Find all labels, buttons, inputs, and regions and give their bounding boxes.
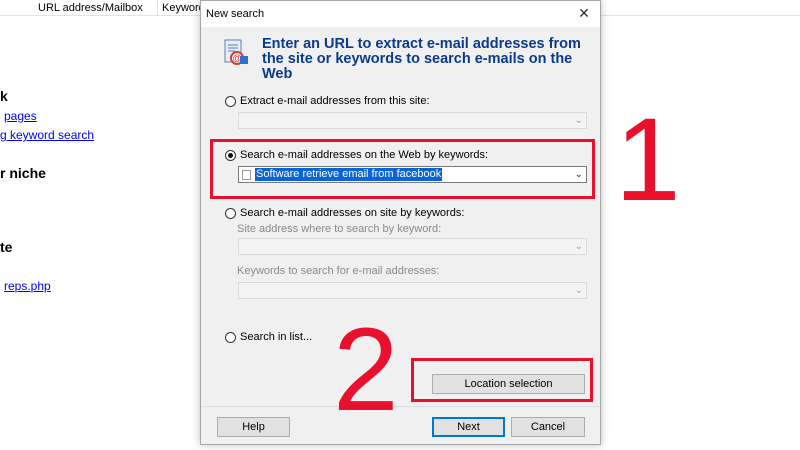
dialog-title: New search	[206, 8, 265, 20]
dialog-header-text: Enter an URL to extract e-mail addresses…	[262, 36, 581, 82]
email-search-icon: @	[224, 39, 248, 65]
site-url-combo[interactable]: ⌄	[238, 112, 587, 129]
chevron-down-icon[interactable]: ⌄	[575, 239, 583, 254]
footer-divider	[201, 406, 600, 407]
annotation-number-2: 2	[333, 304, 399, 436]
annotation-box-2	[411, 358, 593, 402]
site-address-label: Site address where to search by keyword:	[237, 223, 442, 235]
option-extract-from-site[interactable]: Extract e-mail addresses from this site:	[225, 95, 430, 107]
dialog-titlebar[interactable]: New search ✕	[201, 1, 600, 27]
chevron-down-icon[interactable]: ⌄	[575, 283, 583, 298]
column-separator	[157, 0, 158, 15]
help-button[interactable]: Help	[217, 417, 290, 437]
keywords-label: Keywords to search for e-mail addresses:	[237, 265, 440, 277]
column-url-mailbox[interactable]: URL address/Mailbox	[38, 2, 143, 14]
radio-extract-from-site[interactable]	[225, 95, 236, 107]
option-extract-from-site-label: Extract e-mail addresses from this site:	[240, 95, 430, 107]
background-heading: r niche	[0, 165, 46, 181]
option-search-site-by-keywords[interactable]: Search e-mail addresses on site by keywo…	[225, 207, 464, 219]
background-link[interactable]: reps.php	[4, 279, 51, 293]
option-search-in-list-label: Search in list...	[240, 331, 313, 343]
chevron-down-icon[interactable]: ⌄	[575, 113, 583, 128]
cancel-button[interactable]: Cancel	[511, 417, 585, 437]
background-link[interactable]: g keyword search	[0, 128, 94, 142]
option-search-in-list[interactable]: Search in list...	[225, 331, 312, 343]
close-icon[interactable]: ✕	[576, 5, 592, 21]
background-heading: k	[0, 88, 8, 104]
annotation-box-1	[210, 139, 595, 199]
option-search-site-by-keywords-label: Search e-mail addresses on site by keywo…	[240, 207, 465, 219]
keywords-combo[interactable]: ⌄	[238, 282, 587, 299]
site-address-combo[interactable]: ⌄	[238, 238, 587, 255]
annotation-number-1: 1	[615, 94, 681, 226]
next-button[interactable]: Next	[432, 417, 505, 437]
background-heading: te	[0, 239, 13, 255]
radio-search-in-list[interactable]	[225, 331, 236, 343]
background-link[interactable]: pages	[4, 109, 37, 123]
column-keyword[interactable]: Keyword	[162, 2, 205, 14]
radio-search-site-by-keywords[interactable]	[225, 207, 236, 219]
